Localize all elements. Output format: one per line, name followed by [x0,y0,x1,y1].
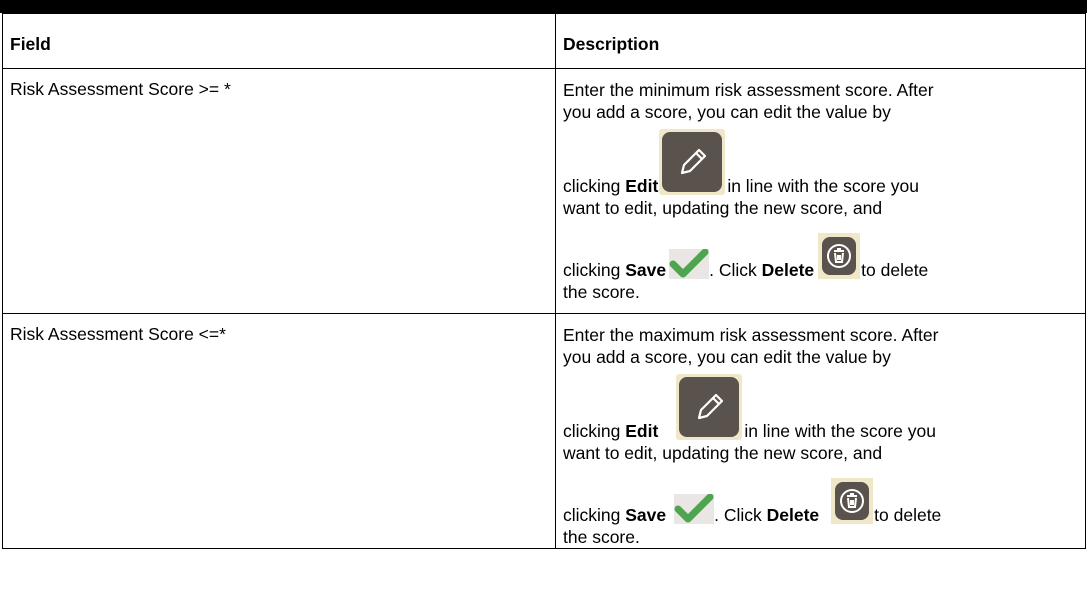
after-edit-text: in line with the score you [727,176,919,196]
clicking-text: clicking [563,260,626,280]
description-line: you add a score, you can edit the value … [563,102,891,122]
description-line: want to edit, updating the new score, an… [563,198,883,218]
description-line: the score. [563,282,640,302]
trash-icon [818,233,861,279]
to-delete-text: to delete [861,260,929,280]
description-line: want to edit, updating the new score, an… [563,443,883,463]
clicking-text: clicking [563,176,626,196]
save-label: Save [625,260,667,280]
edit-label: Edit [625,421,659,441]
delete-label: Delete [761,260,815,280]
field-description-table: Field Description Risk Assessment Score … [2,13,1086,549]
checkmark-icon [674,494,715,524]
click-text: . Click [709,260,762,280]
description-cell: Enter the minimum risk assessment score.… [555,68,1086,314]
clicking-text: clicking [563,505,626,525]
field-cell: Risk Assessment Score <=* [2,313,556,549]
click-text: . Click [714,505,767,525]
table-row: Risk Assessment Score >= * Enter the min… [2,68,1086,314]
description-line-edit: clicking Edit in line with the score you [563,129,1079,197]
after-edit-text: in line with the score you [744,421,936,441]
description-line: you add a score, you can edit the value … [563,347,891,367]
description-line-save-delete: clicking Save . Click Delete to delete [563,233,1079,281]
description-cell: Enter the maximum risk assessment score.… [555,313,1086,549]
description-line: Enter the maximum risk assessment score.… [563,325,939,345]
clicking-text: clicking [563,421,626,441]
pencil-icon [676,374,743,440]
delete-label: Delete [766,505,820,525]
checkmark-icon [669,249,710,279]
table-header-row: Field Description [2,13,1086,69]
description-line: Enter the minimum risk assessment score.… [563,80,934,100]
edit-label: Edit [625,176,659,196]
description-line-save-delete: clicking Save . Click Delete to delete [563,478,1079,526]
description-line-edit: clicking Edit in line with the score you [563,374,1079,442]
field-description-table-wrap: Field Description Risk Assessment Score … [0,0,1087,549]
to-delete-text: to delete [874,505,942,525]
table-row: Risk Assessment Score <=* Enter the maxi… [2,313,1086,549]
pencil-icon [659,129,726,195]
trash-icon [831,478,874,524]
field-cell: Risk Assessment Score >= * [2,68,556,314]
save-label: Save [625,505,667,525]
description-line: the score. [563,527,640,547]
description-column-header: Description [555,13,1086,69]
field-column-header: Field [2,13,556,69]
